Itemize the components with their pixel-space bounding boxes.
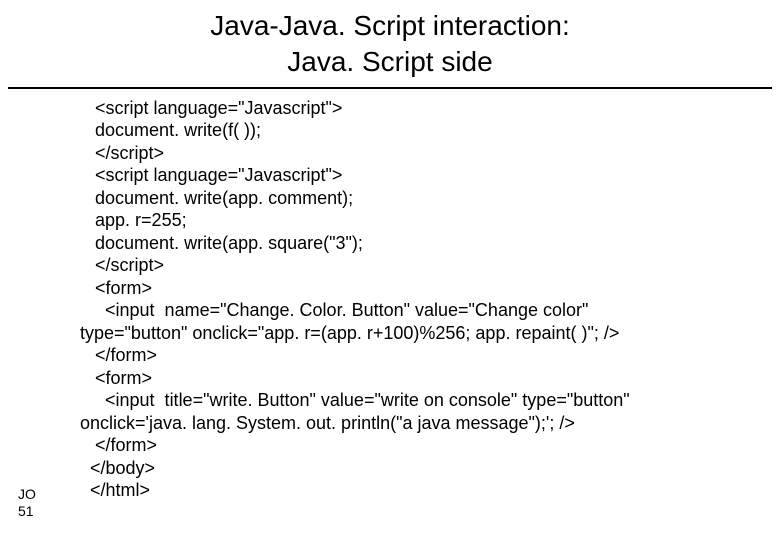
- page-label-2: 51: [18, 503, 34, 519]
- title-line-1: Java-Java. Script interaction:: [210, 10, 570, 41]
- page-label-1: JO: [18, 486, 36, 502]
- title-line-2: Java. Script side: [287, 46, 492, 77]
- page-number: JO 51: [18, 486, 36, 520]
- code-block: <script language="Javascript"> document.…: [0, 89, 780, 510]
- slide-title: Java-Java. Script interaction: Java. Scr…: [0, 0, 780, 87]
